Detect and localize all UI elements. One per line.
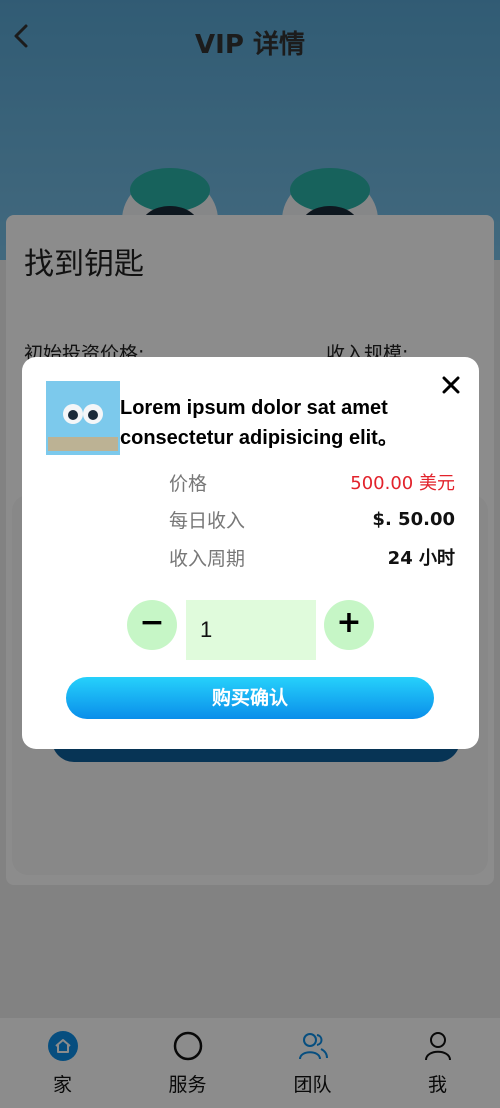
daily-income-row: 每日收入 $. 50.00: [169, 504, 455, 534]
income-period-label: 收入周期: [169, 547, 246, 570]
quantity-decrement-button[interactable]: −: [127, 600, 177, 650]
product-thumbnail: [46, 381, 120, 455]
close-icon[interactable]: [439, 373, 463, 397]
product-description: Lorem ipsum dolor sat amet consectetur a…: [120, 397, 398, 449]
price-row: 价格 500.00 美元: [169, 467, 455, 497]
price-value: 500.00 美元: [350, 473, 455, 494]
daily-income-value: $. 50.00: [372, 508, 455, 530]
purchase-modal: Lorem ipsum dolor sat amet consectetur a…: [22, 357, 479, 749]
quantity-input[interactable]: [186, 600, 316, 660]
daily-income-label: 每日收入: [169, 509, 246, 532]
income-period-row: 收入周期 24 小时: [169, 542, 455, 572]
price-label: 价格: [169, 472, 208, 495]
purchase-confirm-button[interactable]: 购买确认: [66, 677, 434, 719]
income-period-value: 24 小时: [387, 548, 455, 569]
quantity-increment-button[interactable]: +: [324, 600, 374, 650]
